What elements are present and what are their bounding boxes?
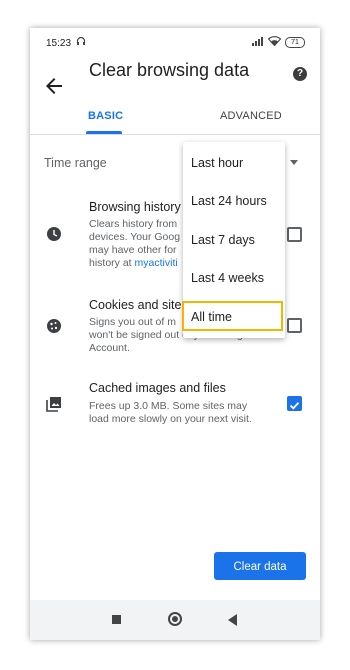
cached-images-checkbox[interactable] [287, 396, 302, 411]
active-tab-indicator [86, 131, 122, 134]
tab-basic[interactable]: BASIC [88, 110, 123, 122]
images-icon [46, 397, 61, 412]
menu-item-last-24-hours[interactable]: Last 24 hours [191, 194, 267, 208]
phone-screen: 15:23 71 Clear browsing data ? BASIC ADV… [30, 28, 320, 640]
nav-back-icon[interactable] [228, 614, 237, 626]
myactivity-link[interactable]: myactiviti [135, 257, 178, 269]
option-title-cookies: Cookies and site [89, 298, 182, 312]
checkmark-icon [289, 402, 300, 410]
time-range-label: Time range [44, 156, 107, 170]
battery-icon: 71 [285, 37, 305, 48]
cookies-checkbox[interactable] [287, 318, 302, 333]
tab-advanced[interactable]: ADVANCED [220, 110, 282, 122]
wifi-icon [268, 36, 281, 46]
navigation-bar [30, 600, 320, 640]
option-title-browsing-history: Browsing history [89, 200, 181, 214]
home-icon[interactable] [168, 612, 182, 626]
option-desc-cached-images: Frees up 3.0 MB. Some sites may load mor… [89, 400, 284, 426]
menu-item-last-hour[interactable]: Last hour [191, 156, 243, 170]
dropdown-arrow-icon[interactable] [290, 160, 298, 165]
recents-icon[interactable] [112, 615, 121, 624]
highlight-box [182, 301, 283, 331]
back-arrow-icon[interactable] [42, 74, 66, 98]
page-title: Clear browsing data [89, 60, 250, 80]
browsing-history-checkbox[interactable] [287, 227, 302, 242]
desc-line: load more slowly on your next visit. [89, 413, 252, 425]
help-icon[interactable]: ? [293, 67, 307, 81]
tab-bar: BASIC ADVANCED [30, 106, 320, 135]
signal-icon [252, 37, 263, 46]
desc-line: Account. [89, 342, 130, 354]
menu-item-last-7-days[interactable]: Last 7 days [191, 233, 255, 247]
clock-icon [47, 227, 61, 241]
time-range-dropdown-menu: Last hour Last 24 hours Last 7 days Last… [182, 142, 285, 338]
headphones-icon [76, 36, 86, 45]
cookie-icon [47, 319, 61, 333]
desc-prefix: history at [89, 257, 135, 269]
desc-line: Frees up 3.0 MB. Some sites may [89, 400, 248, 412]
option-title-cached-images: Cached images and files [89, 381, 226, 395]
status-time: 15:23 [46, 38, 72, 49]
status-bar: 15:23 71 [30, 28, 320, 60]
menu-item-last-4-weeks[interactable]: Last 4 weeks [191, 271, 264, 285]
clear-data-button[interactable]: Clear data [214, 552, 306, 580]
